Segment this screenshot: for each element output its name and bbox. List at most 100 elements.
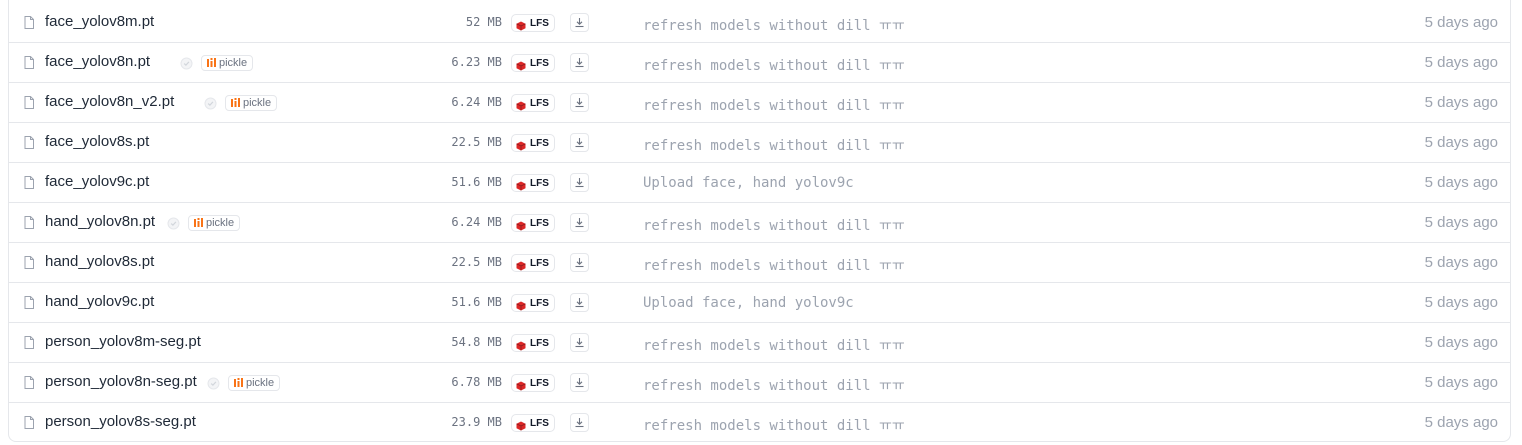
lfs-cube-icon <box>516 418 526 431</box>
file-row[interactable]: person_yolov8n-seg.pt pickle 6.78 MB LFS ref… <box>9 363 1510 403</box>
lfs-label: LFS <box>530 97 549 109</box>
lfs-badge: LFS <box>511 414 555 432</box>
file-name-link[interactable]: person_yolov8n-seg.pt <box>45 373 197 390</box>
last-modified: 5 days ago <box>1424 214 1498 231</box>
file-row[interactable]: face_yolov8s.pt 22.5 MB LFS refresh models … <box>9 123 1510 163</box>
file-name-link[interactable]: face_yolov8n.pt <box>45 53 150 70</box>
file-row[interactable]: person_yolov8s-seg.pt 23.9 MB LFS refresh m… <box>9 403 1510 443</box>
lfs-label: LFS <box>530 217 549 229</box>
file-row[interactable]: face_yolov8n.pt pickle 6.23 MB LFS refresh m… <box>9 43 1510 83</box>
file-name-link[interactable]: face_yolov8s.pt <box>45 133 149 150</box>
lfs-cube-icon <box>516 338 526 351</box>
file-row[interactable]: face_yolov8n_v2.pt pickle 6.24 MB LFS refres… <box>9 83 1510 123</box>
last-modified: 5 days ago <box>1424 254 1498 271</box>
file-icon <box>24 56 34 69</box>
file-list: face_yolov8m.pt 52 MB LFS refresh models wi… <box>8 0 1511 442</box>
file-name-link[interactable]: face_yolov9c.pt <box>45 173 149 190</box>
commit-message-link[interactable]: refresh models without dill ㅠㅠ <box>643 15 905 35</box>
download-button[interactable] <box>570 253 589 272</box>
download-button[interactable] <box>570 53 589 72</box>
download-icon <box>574 137 585 148</box>
lfs-label: LFS <box>530 57 549 69</box>
file-row[interactable]: face_yolov8m.pt 52 MB LFS refresh models wi… <box>9 3 1510 43</box>
commit-message-link[interactable]: refresh models without dill ㅠㅠ <box>643 135 905 155</box>
file-row[interactable]: hand_yolov8n.pt pickle 6.24 MB LFS refresh m… <box>9 203 1510 243</box>
download-button[interactable] <box>570 133 589 152</box>
file-size: 23.9 MB <box>451 415 502 429</box>
commit-message-link[interactable]: refresh models without dill ㅠㅠ <box>643 55 905 75</box>
commit-message-link[interactable]: refresh models without dill ㅠㅠ <box>643 215 905 235</box>
pickle-icon <box>234 378 243 388</box>
lfs-cube-icon <box>516 378 526 391</box>
download-icon <box>574 17 585 28</box>
last-modified: 5 days ago <box>1424 374 1498 391</box>
download-icon <box>574 57 585 68</box>
download-button[interactable] <box>570 213 589 232</box>
file-name-link[interactable]: person_yolov8s-seg.pt <box>45 413 196 430</box>
file-name-link[interactable]: hand_yolov8s.pt <box>45 253 154 270</box>
file-row[interactable]: hand_yolov8s.pt 22.5 MB LFS refresh models … <box>9 243 1510 283</box>
pickle-badge[interactable]: pickle <box>228 375 281 391</box>
pickle-label: pickle <box>219 57 248 69</box>
download-icon <box>574 257 585 268</box>
pickle-icon <box>194 218 203 228</box>
file-icon <box>24 416 34 429</box>
download-icon <box>574 297 585 308</box>
file-icon <box>24 376 34 389</box>
pickle-label: pickle <box>246 377 275 389</box>
commit-message-link[interactable]: refresh models without dill ㅠㅠ <box>643 255 905 275</box>
lfs-badge: LFS <box>511 214 555 232</box>
file-name-link[interactable]: hand_yolov8n.pt <box>45 213 155 230</box>
lfs-label: LFS <box>530 177 549 189</box>
pickle-icon <box>231 98 240 108</box>
last-modified: 5 days ago <box>1424 14 1498 31</box>
download-icon <box>574 417 585 428</box>
shield-check-icon[interactable] <box>204 97 217 110</box>
download-button[interactable] <box>570 173 589 192</box>
download-button[interactable] <box>570 333 589 352</box>
security-badges: pickle <box>207 373 281 393</box>
lfs-badge: LFS <box>511 174 555 192</box>
lfs-badge: LFS <box>511 254 555 272</box>
download-button[interactable] <box>570 13 589 32</box>
commit-message-link[interactable]: refresh models without dill ㅠㅠ <box>643 415 905 435</box>
pickle-badge[interactable]: pickle <box>201 55 254 71</box>
commit-message-link[interactable]: Upload face, hand yolov9c <box>643 175 854 191</box>
commit-message-link[interactable]: refresh models without dill ㅠㅠ <box>643 95 905 115</box>
lfs-cube-icon <box>516 178 526 191</box>
file-name-link[interactable]: hand_yolov9c.pt <box>45 293 154 310</box>
download-button[interactable] <box>570 413 589 432</box>
last-modified: 5 days ago <box>1424 174 1498 191</box>
file-row[interactable]: hand_yolov9c.pt 51.6 MB LFS Upload face, ha… <box>9 283 1510 323</box>
download-button[interactable] <box>570 93 589 112</box>
download-button[interactable] <box>570 373 589 392</box>
last-modified: 5 days ago <box>1424 294 1498 311</box>
file-icon <box>24 176 34 189</box>
commit-message-link[interactable]: refresh models without dill ㅠㅠ <box>643 375 905 395</box>
lfs-badge: LFS <box>511 374 555 392</box>
last-modified: 5 days ago <box>1424 94 1498 111</box>
shield-check-icon[interactable] <box>207 377 220 390</box>
shield-check-icon[interactable] <box>167 217 180 230</box>
pickle-label: pickle <box>206 217 235 229</box>
download-icon <box>574 377 585 388</box>
lfs-label: LFS <box>530 417 549 429</box>
file-row[interactable]: face_yolov9c.pt 51.6 MB LFS Upload face, ha… <box>9 163 1510 203</box>
commit-message-link[interactable]: Upload face, hand yolov9c <box>643 295 854 311</box>
file-name-link[interactable]: face_yolov8n_v2.pt <box>45 93 174 110</box>
lfs-badge: LFS <box>511 54 555 72</box>
commit-message-link[interactable]: refresh models without dill ㅠㅠ <box>643 335 905 355</box>
lfs-cube-icon <box>516 58 526 71</box>
file-name-link[interactable]: face_yolov8m.pt <box>45 13 154 30</box>
download-icon <box>574 97 585 108</box>
file-icon <box>24 216 34 229</box>
pickle-badge[interactable]: pickle <box>225 95 278 111</box>
lfs-badge: LFS <box>511 94 555 112</box>
shield-check-icon[interactable] <box>180 57 193 70</box>
file-row[interactable]: person_yolov8m-seg.pt 54.8 MB LFS refresh m… <box>9 323 1510 363</box>
pickle-badge[interactable]: pickle <box>188 215 241 231</box>
download-button[interactable] <box>570 293 589 312</box>
file-name-link[interactable]: person_yolov8m-seg.pt <box>45 333 201 350</box>
lfs-badge: LFS <box>511 334 555 352</box>
lfs-label: LFS <box>530 137 549 149</box>
